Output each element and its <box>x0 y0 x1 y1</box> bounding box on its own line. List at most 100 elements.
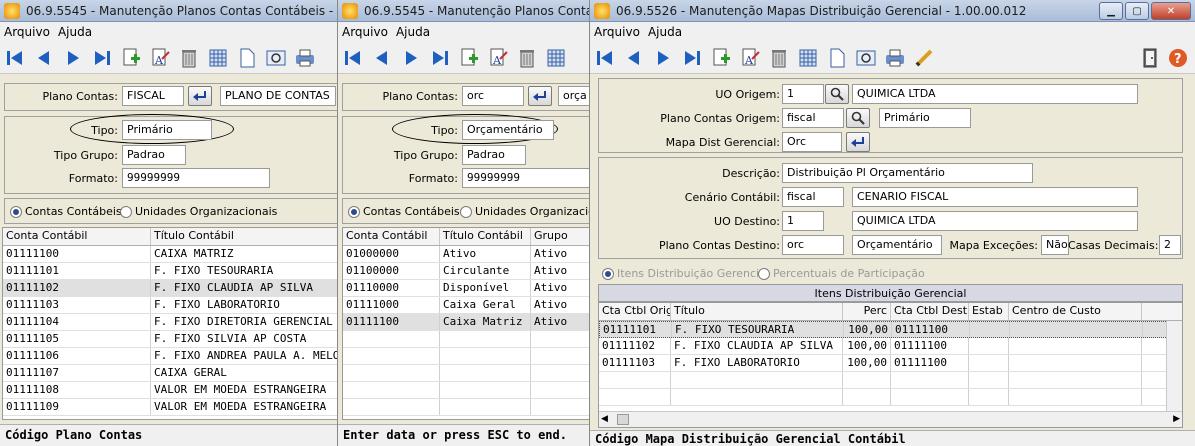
enter-button[interactable] <box>528 86 552 106</box>
print-icon[interactable] <box>292 45 318 71</box>
column-header[interactable]: Conta Contábil <box>343 228 440 245</box>
delete-record-icon[interactable] <box>176 45 202 71</box>
menu-ajuda[interactable]: Ajuda <box>646 25 688 39</box>
next-record-icon[interactable] <box>398 45 424 71</box>
menu-arquivo[interactable]: Arquivo <box>2 25 56 39</box>
document-icon[interactable] <box>824 45 850 71</box>
add-record-icon[interactable] <box>118 45 144 71</box>
menu-arquivo[interactable]: Arquivo <box>340 25 394 39</box>
close-icon[interactable]: ✕ <box>1151 2 1191 20</box>
enter-button[interactable] <box>846 132 870 152</box>
mapa-dist-field[interactable]: Orc <box>782 132 842 152</box>
table-row-empty[interactable] <box>343 365 589 382</box>
table-row-empty[interactable] <box>599 389 1182 406</box>
menu-arquivo[interactable]: Arquivo <box>592 25 646 39</box>
plano-contas-field[interactable]: orc <box>462 86 524 106</box>
column-header[interactable]: Conta Contábil <box>3 228 151 245</box>
next-record-icon[interactable] <box>650 45 676 71</box>
edit-record-icon[interactable]: A <box>147 45 173 71</box>
column-header[interactable]: Estab <box>969 303 1009 320</box>
delete-record-icon[interactable] <box>766 45 792 71</box>
plano-contas-field[interactable]: FISCAL <box>122 86 184 106</box>
table-row[interactable]: 01111000 Caixa Geral Ativo <box>343 297 589 314</box>
vertical-scrollbar[interactable] <box>1166 321 1182 411</box>
table-row-selected[interactable]: 01111101 F. FIXO TESOURARIA 100,00 01111100 <box>599 321 1182 338</box>
pencil-icon[interactable] <box>911 45 937 71</box>
tipo-grupo-field[interactable]: Padrao <box>122 145 186 165</box>
table-row[interactable]: 01111109 VALOR EM MOEDA ESTRANGEIRA <box>3 399 337 416</box>
table-row-empty[interactable] <box>343 382 589 399</box>
formato-field[interactable]: 99999999 <box>122 168 270 188</box>
last-record-icon[interactable] <box>89 45 115 71</box>
last-record-icon[interactable] <box>427 45 453 71</box>
tipo-field[interactable]: Orçamentário <box>462 120 554 140</box>
table-row[interactable]: 01111100 CAIXA MATRIZ <box>3 246 337 263</box>
table-row[interactable]: 01111103 F. FIXO LABORATORIO 100,00 0111110… <box>599 355 1182 372</box>
plano-destino-field[interactable]: orc <box>782 235 844 255</box>
uo-destino-field[interactable]: 1 <box>782 211 824 231</box>
table-row-selected[interactable]: 01111100 Caixa Matriz Ativo <box>343 314 589 331</box>
table-row[interactable]: 01111107 CAIXA GERAL <box>3 365 337 382</box>
uo-origem-field[interactable]: 1 <box>782 84 824 104</box>
previous-record-icon[interactable] <box>31 45 57 71</box>
exit-door-icon[interactable] <box>1137 45 1163 71</box>
minimize-icon[interactable]: ▁ <box>1099 2 1123 20</box>
preview-icon[interactable] <box>853 45 879 71</box>
column-header[interactable]: Título <box>671 303 843 320</box>
casas-decimais-field[interactable]: 2 <box>1159 235 1181 255</box>
cenario-field[interactable]: fiscal <box>782 187 844 207</box>
document-icon[interactable] <box>234 45 260 71</box>
radio-percentuais[interactable]: Percentuais de Participação <box>758 267 925 280</box>
maximize-icon[interactable]: ▢ <box>1125 2 1149 20</box>
table-row[interactable]: 01111103 F. FIXO LABORATORIO <box>3 297 337 314</box>
column-header[interactable]: Título Contábil <box>440 228 531 245</box>
search-plano-button[interactable] <box>846 108 870 128</box>
table-row[interactable]: 01111101 F. FIXO TESOURARIA <box>3 263 337 280</box>
delete-record-icon[interactable] <box>514 45 540 71</box>
table-row-empty[interactable] <box>343 348 589 365</box>
table-row[interactable]: 01111102 F. FIXO CLAUDIA AP SILVA 100,00 01… <box>599 338 1182 355</box>
menu-ajuda[interactable]: Ajuda <box>394 25 436 39</box>
edit-record-icon[interactable]: A <box>485 45 511 71</box>
column-header[interactable]: Centro de Custo <box>1009 303 1142 320</box>
table-row[interactable]: 01000000 Ativo Ativo <box>343 246 589 263</box>
scroll-thumb[interactable] <box>617 414 629 425</box>
grid-view-icon[interactable] <box>795 45 821 71</box>
table-row[interactable]: 01110000 Disponível Ativo <box>343 280 589 297</box>
scroll-left-icon[interactable]: ◀ <box>601 414 608 424</box>
column-header[interactable]: Grupo <box>531 228 589 245</box>
add-record-icon[interactable] <box>456 45 482 71</box>
preview-icon[interactable] <box>263 45 289 71</box>
column-header[interactable]: Cta Ctbl Orig <box>599 303 671 320</box>
search-uo-button[interactable] <box>825 84 849 104</box>
tipo-grupo-field[interactable]: Padrao <box>462 145 526 165</box>
scroll-right-icon[interactable]: ▶ <box>1173 414 1180 424</box>
enter-button[interactable] <box>188 86 212 106</box>
first-record-icon[interactable] <box>340 45 366 71</box>
table-row[interactable]: 01111106 F. FIXO ANDREA PAULA A. MELO <box>3 348 337 365</box>
menu-ajuda[interactable]: Ajuda <box>56 25 98 39</box>
table-row[interactable]: 01111105 F. FIXO SILVIA AP COSTA <box>3 331 337 348</box>
previous-record-icon[interactable] <box>621 45 647 71</box>
table-row[interactable]: 01111108 VALOR EM MOEDA ESTRANGEIRA <box>3 382 337 399</box>
table-row-empty[interactable] <box>343 331 589 348</box>
help-icon[interactable]: ? <box>1165 45 1191 71</box>
horizontal-scrollbar[interactable]: ◀ ▶ <box>599 411 1182 427</box>
column-header[interactable]: Título Contábil <box>151 228 337 245</box>
edit-record-icon[interactable]: A <box>737 45 763 71</box>
column-header[interactable]: Cta Ctbl Dest <box>891 303 969 320</box>
plano-origem-field[interactable]: fiscal <box>782 108 844 128</box>
table-row-empty[interactable] <box>343 399 589 416</box>
grid-view-icon[interactable] <box>205 45 231 71</box>
radio-itens-distribuicao[interactable]: Itens Distribuição Gerencial <box>602 267 769 280</box>
print-icon[interactable] <box>882 45 908 71</box>
radio-contas-contabeis[interactable]: Contas Contábeis <box>348 205 460 218</box>
table-row-selected[interactable]: 01111102 F. FIXO CLAUDIA AP SILVA <box>3 280 337 297</box>
descricao-field[interactable]: Distribuição Pl Orçamentário <box>782 163 1033 183</box>
next-record-icon[interactable] <box>60 45 86 71</box>
table-row[interactable]: 01111104 F. FIXO DIRETORIA GERENCIAL <box>3 314 337 331</box>
add-record-icon[interactable] <box>708 45 734 71</box>
first-record-icon[interactable] <box>592 45 618 71</box>
last-record-icon[interactable] <box>679 45 705 71</box>
table-row[interactable]: 01100000 Circulante Ativo <box>343 263 589 280</box>
